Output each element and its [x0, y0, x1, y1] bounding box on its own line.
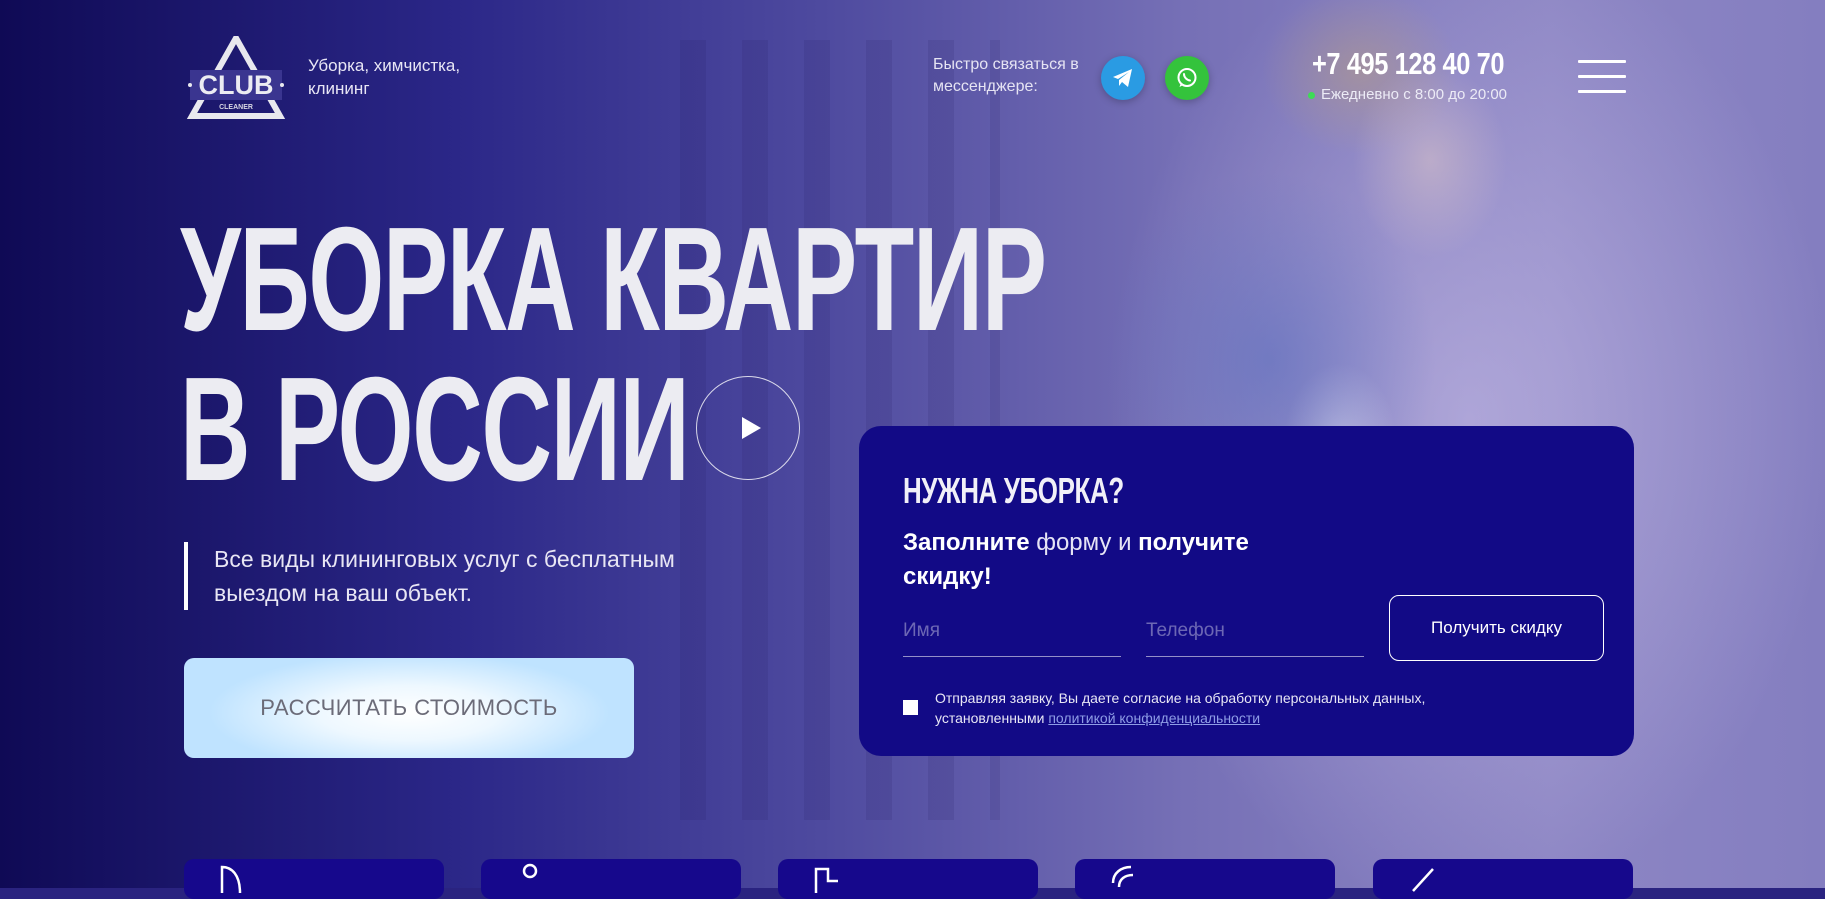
- service-card-4[interactable]: [1075, 859, 1335, 899]
- working-hours: Ежедневно с 8:00 до 20:00: [1308, 86, 1507, 103]
- hero-title-line-2: В РОССИИ: [180, 347, 690, 512]
- play-icon: [741, 417, 761, 439]
- privacy-policy-link[interactable]: политикой конфиденциальности: [1048, 710, 1260, 726]
- messenger-prompt: Быстро связаться в мессенджере:: [933, 56, 1079, 95]
- service-card-3[interactable]: [778, 859, 1038, 899]
- discount-form-card: НУЖНА УБОРКА? Заполните форму и получите…: [859, 426, 1634, 756]
- whatsapp-button[interactable]: [1165, 56, 1209, 100]
- hero-title-line-1: УБОРКА КВАРТИР: [180, 197, 1047, 362]
- logo-subtext: CLEANER: [219, 104, 253, 111]
- service-icon-2: [522, 863, 538, 879]
- service-card-1[interactable]: [184, 859, 444, 899]
- service-card-2[interactable]: [481, 859, 741, 899]
- form-subtitle-bold-1: Заполните: [903, 529, 1030, 556]
- hero-subtitle: Все виды клининговых услуг с бесплатным …: [184, 542, 694, 610]
- service-card-5[interactable]: [1373, 859, 1633, 899]
- header-tagline: Уборка, химчистка, клининг: [308, 56, 461, 98]
- service-icon-4: [1111, 865, 1134, 888]
- name-input[interactable]: [903, 606, 1121, 657]
- service-icon-3: [814, 867, 838, 893]
- working-hours-text: Ежедневно с 8:00 до 20:00: [1321, 86, 1508, 103]
- get-discount-button[interactable]: Получить скидку: [1389, 595, 1604, 661]
- form-subtitle-regular: форму и: [1029, 529, 1139, 556]
- logo-icon: CLUB CLEANER: [186, 31, 286, 119]
- service-icon-1: [220, 865, 242, 893]
- telegram-button[interactable]: [1101, 56, 1145, 100]
- form-title: НУЖНА УБОРКА?: [903, 470, 1124, 511]
- whatsapp-icon: [1177, 68, 1197, 87]
- consent-checkbox[interactable]: [903, 700, 918, 715]
- calculate-cost-button[interactable]: РАССЧИТАТЬ СТОИМОСТЬ: [184, 658, 634, 758]
- telegram-icon: [1113, 69, 1132, 87]
- logo-text: CLUB: [199, 70, 274, 100]
- consent-text: Отправляя заявку, Вы даете согласие на о…: [935, 688, 1535, 728]
- phone-input[interactable]: [1146, 606, 1364, 657]
- play-video-button[interactable]: [696, 376, 800, 480]
- online-status-dot: [1308, 91, 1315, 99]
- logo[interactable]: CLUB CLEANER: [184, 31, 288, 122]
- form-subtitle: Заполните форму и получите скидку!: [903, 526, 1303, 594]
- service-icon-5: [1412, 868, 1434, 892]
- phone-number[interactable]: +7 495 128 40 70: [1312, 46, 1504, 82]
- hamburger-menu-icon[interactable]: [1578, 60, 1626, 96]
